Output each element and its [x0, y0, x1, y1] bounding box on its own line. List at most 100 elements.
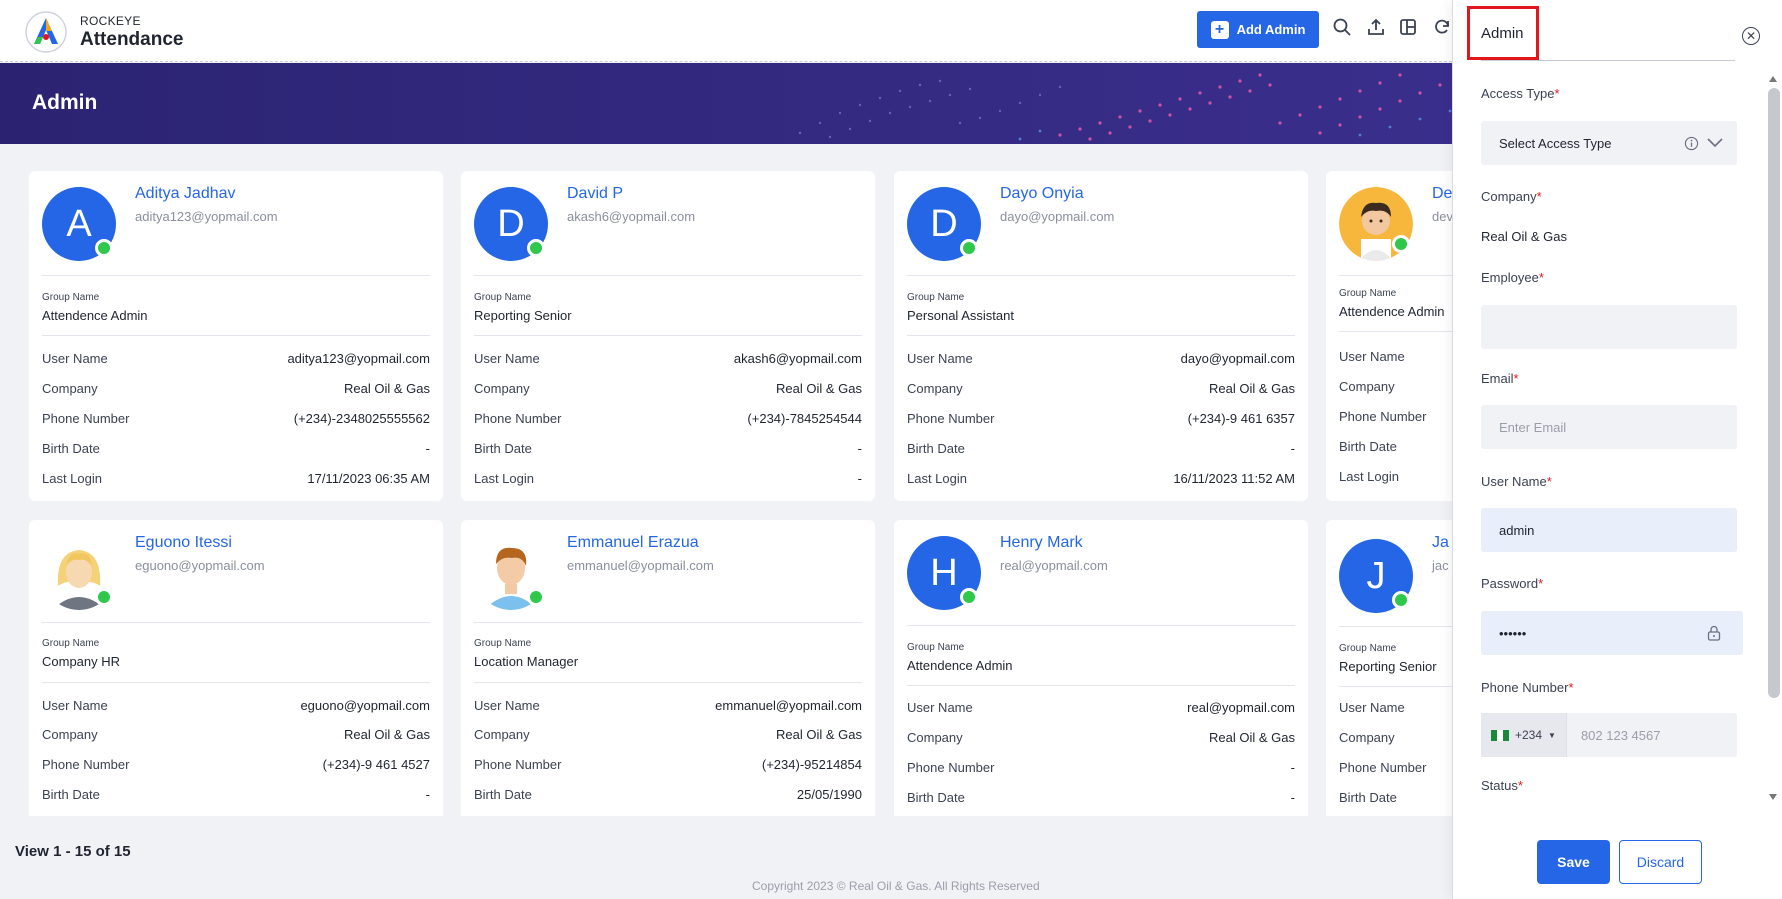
field-label: Phone Number [1339, 409, 1427, 424]
card-email: aditya123@yopmail.com [135, 209, 278, 224]
user-name-row: User Name aditya123@yopmail.com [42, 351, 430, 366]
last-login-row: Last Login 16/11/2023 11:52 AM [907, 471, 1295, 486]
divider [907, 625, 1295, 626]
columns-icon[interactable] [1398, 17, 1418, 37]
access-type-placeholder: Select Access Type [1499, 135, 1612, 151]
admin-card[interactable]: Emmanuel Erazua emmanuel@yopmail.com Gro… [461, 520, 875, 816]
country-code-select[interactable]: +234 ▼ [1481, 713, 1567, 757]
admin-card[interactable]: D David P akash6@yopmail.com Group Name … [461, 171, 875, 501]
add-admin-button[interactable]: + Add Admin [1197, 11, 1319, 48]
field-label: Birth Date [42, 441, 100, 456]
search-icon[interactable] [1332, 17, 1352, 37]
phone-label: Phone Number* [1481, 680, 1574, 695]
close-icon[interactable]: ✕ [1742, 27, 1760, 45]
field-value: Real Oil & Gas [344, 727, 430, 742]
field-value: real@yopmail.com [1187, 700, 1295, 715]
status-label: Status* [1481, 778, 1523, 793]
top-header: ROCKEYE Attendance + Add Admin [0, 0, 1452, 62]
admin-card[interactable]: A Aditya Jadhav aditya123@yopmail.com Gr… [29, 171, 443, 501]
password-field[interactable]: •••••• [1481, 611, 1743, 655]
company-row: Company Real Oil & Gas [42, 727, 430, 742]
field-label: Last Login [42, 471, 102, 486]
card-name[interactable]: Eguono Itessi [135, 534, 232, 552]
card-email: dayo@yopmail.com [1000, 209, 1115, 224]
last-login-row: Last Login - [474, 471, 862, 486]
save-button[interactable]: Save [1537, 840, 1610, 884]
phone-field[interactable]: +234 ▼ 802 123 4567 [1481, 713, 1737, 757]
group-name-value: Reporting Senior [1339, 659, 1437, 674]
online-status-dot [527, 239, 545, 257]
field-label: Last Login [907, 471, 967, 486]
birth-date-row: Birth Date 25/05/1990 [474, 787, 862, 802]
upload-icon[interactable] [1366, 17, 1386, 37]
divider [42, 335, 430, 336]
field-label: User Name [907, 700, 973, 715]
access-type-select[interactable]: Select Access Type [1481, 121, 1737, 165]
online-status-dot [960, 239, 978, 257]
field-value: - [1290, 790, 1295, 805]
card-name[interactable]: De [1432, 185, 1452, 203]
card-email: dev [1432, 209, 1452, 224]
admin-card[interactable]: D Dayo Onyia dayo@yopmail.com Group Name… [894, 171, 1308, 501]
card-name[interactable]: David P [567, 185, 623, 203]
field-label: User Name [474, 698, 540, 713]
card-name[interactable]: Ja [1432, 534, 1449, 552]
phone-row: Phone Number (+234)-9 461 6357 [907, 411, 1295, 426]
brand-name: Attendance [80, 29, 184, 50]
card-name[interactable]: Emmanuel Erazua [567, 534, 699, 552]
username-field[interactable]: admin [1481, 508, 1737, 552]
field-label: Phone Number [42, 411, 130, 426]
field-value: emmanuel@yopmail.com [715, 698, 862, 713]
group-name-label: Group Name [907, 642, 965, 653]
refresh-icon[interactable] [1432, 17, 1452, 37]
email-placeholder: Enter Email [1499, 419, 1567, 435]
card-name[interactable]: Henry Mark [1000, 534, 1083, 552]
add-admin-label: Add Admin [1236, 22, 1306, 37]
phone-row: Phone Number (+234)-7845254544 [474, 411, 862, 426]
field-label: Birth Date [1339, 439, 1397, 454]
card-email: jac [1432, 558, 1449, 573]
divider [1339, 275, 1452, 276]
field-label: Company [907, 381, 963, 396]
field-value: akash6@yopmail.com [733, 351, 862, 366]
field-label: Company [1339, 379, 1395, 394]
panel-title: Admin [1481, 25, 1524, 42]
field-label: Birth Date [907, 441, 965, 456]
group-name-label: Group Name [1339, 643, 1397, 654]
card-name[interactable]: Aditya Jadhav [135, 185, 236, 203]
field-label: Last Login [1339, 469, 1399, 484]
divider [907, 335, 1295, 336]
admin-card[interactable]: Eguono Itessi eguono@yopmail.com Group N… [29, 520, 443, 816]
admin-card[interactable]: J Ja jac Group Name Reporting Senior Use… [1326, 520, 1452, 816]
field-value: Real Oil & Gas [776, 381, 862, 396]
caret-down-icon: ▼ [1548, 730, 1556, 740]
online-status-dot [95, 588, 113, 606]
scrollbar-thumb[interactable] [1768, 88, 1780, 698]
lock-icon[interactable] [1707, 625, 1721, 641]
user-name-row: User Name akash6@yopmail.com [474, 351, 862, 366]
employee-select[interactable] [1481, 305, 1737, 349]
admin-card[interactable]: De dev Group Name Attendence Admin User … [1326, 171, 1452, 501]
email-field[interactable]: Enter Email [1481, 405, 1737, 449]
field-value: (+234)-95214854 [761, 757, 862, 772]
employee-label: Employee* [1481, 270, 1544, 285]
online-status-dot [960, 588, 978, 606]
field-value: - [857, 441, 862, 456]
field-label: User Name [474, 351, 540, 366]
field-value: - [1290, 441, 1295, 456]
divider [42, 275, 430, 276]
phone-row: Phone Number [1339, 760, 1439, 775]
password-label: Password* [1481, 576, 1544, 591]
card-name[interactable]: Dayo Onyia [1000, 185, 1084, 203]
discard-button[interactable]: Discard [1619, 840, 1702, 884]
country-code: +234 [1515, 728, 1543, 742]
field-value: (+234)-7845254544 [747, 411, 862, 426]
pagination-count: View 1 - 15 of 15 [15, 843, 131, 860]
company-row: Company Real Oil & Gas [907, 730, 1295, 745]
company-row: Company [1339, 730, 1439, 745]
field-label: User Name [907, 351, 973, 366]
card-email: real@yopmail.com [1000, 558, 1108, 573]
company-row: Company Real Oil & Gas [907, 381, 1295, 396]
admin-card[interactable]: H Henry Mark real@yopmail.com Group Name… [894, 520, 1308, 816]
birth-date-row: Birth Date - [42, 441, 430, 456]
